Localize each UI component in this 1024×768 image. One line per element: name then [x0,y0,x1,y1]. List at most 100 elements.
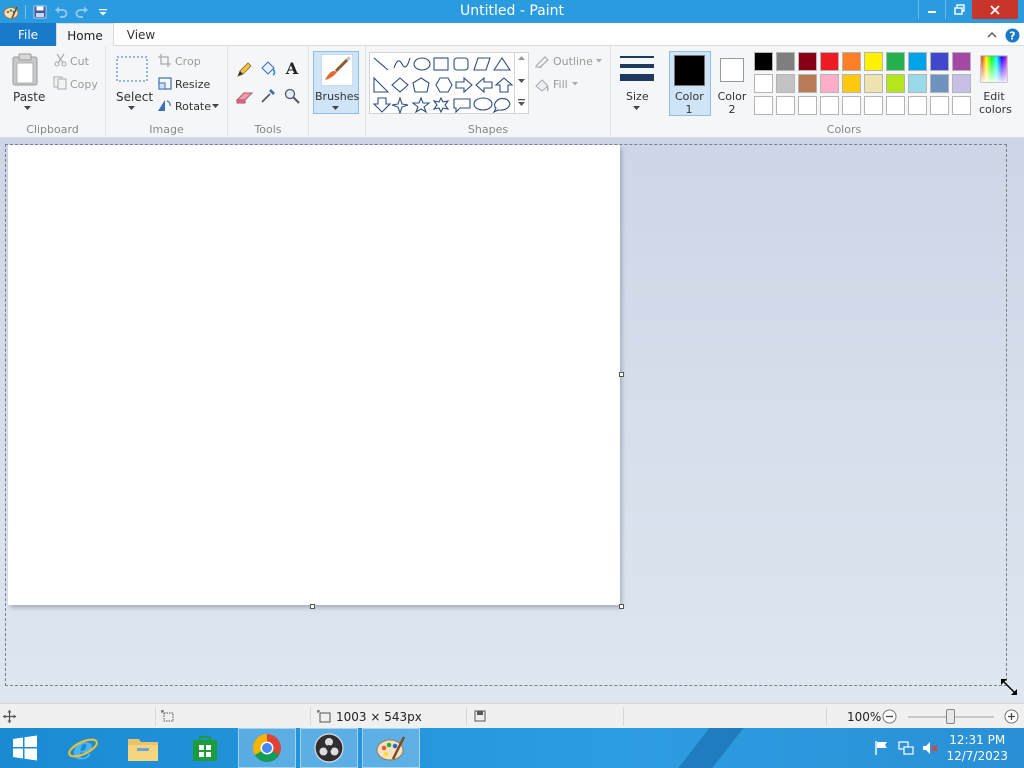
cut-label[interactable]: Cut [70,55,89,68]
pencil-icon[interactable] [236,62,252,81]
palette-swatch[interactable] [842,52,861,71]
system-clock[interactable]: 12:31 PM 12/7/2023 [946,732,1008,764]
zoom-slider-thumb[interactable] [946,709,955,724]
magnifier-icon[interactable] [284,88,300,107]
taskbar-file-explorer[interactable] [114,728,172,768]
brush-icon[interactable] [320,53,354,89]
size-dropdown-icon[interactable] [633,106,640,111]
palette-swatch[interactable] [754,96,773,115]
palette-swatch[interactable] [798,52,817,71]
palette-swatch[interactable] [820,74,839,93]
palette-swatch[interactable] [908,74,927,93]
tab-file[interactable]: File [0,23,56,46]
tab-view[interactable]: View [118,23,164,46]
palette-swatch[interactable] [864,74,883,93]
palette-swatch[interactable] [930,52,949,71]
color2-swatch[interactable] [720,58,744,82]
copy-icon[interactable] [53,76,67,93]
help-icon[interactable]: ? [1004,27,1020,43]
palette-swatch[interactable] [886,52,905,71]
outline-dropdown-icon[interactable] [596,59,602,63]
minimize-ribbon-icon[interactable] [984,27,1000,43]
palette-swatch[interactable] [930,74,949,93]
paste-dropdown-icon[interactable] [24,106,31,111]
fill-icon[interactable] [534,76,550,95]
taskbar-store[interactable] [176,728,234,768]
palette-swatch[interactable] [886,74,905,93]
canvas-resize-handle-right[interactable] [619,372,624,377]
paste-label[interactable]: Paste [13,90,45,104]
palette-swatch[interactable] [864,96,883,115]
palette-swatch[interactable] [820,52,839,71]
resize-icon[interactable] [158,77,172,93]
palette-swatch[interactable] [908,96,927,115]
brushes-label[interactable]: Brushes [315,90,359,103]
resize-label[interactable]: Resize [175,78,210,91]
paste-icon[interactable] [11,53,41,90]
taskbar-obs[interactable] [300,728,358,768]
palette-swatch[interactable] [864,52,883,71]
volume-muted-icon[interactable] [922,740,938,756]
canvas-workspace[interactable] [0,138,1024,703]
palette-swatch[interactable] [754,74,773,93]
rotate-dropdown-icon[interactable] [212,104,219,109]
shapes-gallery-icons[interactable] [372,54,522,114]
size-icon[interactable] [620,55,654,83]
outline-icon[interactable] [534,54,550,71]
taskbar-chrome[interactable] [238,728,296,768]
select-label[interactable]: Select [116,90,153,104]
palette-swatch[interactable] [754,52,773,71]
color1-label[interactable]: Color 1 [675,90,704,116]
canvas-resize-handle-bottom[interactable] [310,604,315,609]
start-button[interactable] [0,728,50,768]
shapes-scroll-up-icon[interactable] [518,56,525,61]
color1-swatch[interactable] [674,55,705,86]
network-icon[interactable] [898,740,914,756]
palette-swatch[interactable] [820,96,839,115]
minimize-button[interactable] [918,0,945,19]
palette-swatch[interactable] [776,96,795,115]
edit-colors-icon[interactable] [980,55,1008,86]
crop-label[interactable]: Crop [175,55,201,68]
color-picker-icon[interactable] [260,88,276,107]
shapes-scroll-down-icon[interactable] [518,79,525,84]
zoom-in-icon[interactable] [1004,709,1019,724]
outline-label[interactable]: Outline [553,55,593,68]
palette-swatch[interactable] [886,96,905,115]
brushes-dropdown-icon[interactable] [332,106,339,111]
edit-colors-label[interactable]: Edit colors [979,90,1012,116]
palette-swatch[interactable] [798,96,817,115]
color2-label[interactable]: Color 2 [717,90,747,116]
close-button[interactable] [972,0,1018,19]
taskbar-internet-explorer[interactable]: e [54,728,112,768]
eraser-icon[interactable] [235,90,254,107]
shapes-scrollbar[interactable] [514,52,528,114]
palette-swatch[interactable] [776,52,795,71]
palette-swatch[interactable] [798,74,817,93]
palette-swatch[interactable] [842,96,861,115]
canvas-resize-handle-corner[interactable] [619,604,624,609]
palette-swatch[interactable] [952,52,971,71]
size-label[interactable]: Size [626,90,649,103]
taskbar-paint[interactable] [362,728,420,768]
tab-home[interactable]: Home [56,23,114,47]
palette-swatch[interactable] [952,74,971,93]
zoom-out-icon[interactable] [882,709,897,724]
restore-button[interactable] [945,0,972,19]
crop-icon[interactable] [158,54,171,70]
rotate-label[interactable]: Rotate [175,100,211,113]
select-dropdown-icon[interactable] [128,106,135,111]
fill-bucket-icon[interactable] [259,60,277,81]
copy-label[interactable]: Copy [70,78,98,91]
palette-swatch[interactable] [776,74,795,93]
palette-swatch[interactable] [952,96,971,115]
rotate-icon[interactable] [157,98,172,115]
palette-swatch[interactable] [930,96,949,115]
fill-label[interactable]: Fill [553,78,568,91]
cut-icon[interactable] [54,53,67,70]
fill-dropdown-icon[interactable] [572,82,578,86]
select-icon[interactable] [116,56,148,85]
shapes-expand-icon[interactable] [518,99,525,107]
text-tool-icon[interactable]: A [284,59,300,79]
palette-swatch[interactable] [842,74,861,93]
